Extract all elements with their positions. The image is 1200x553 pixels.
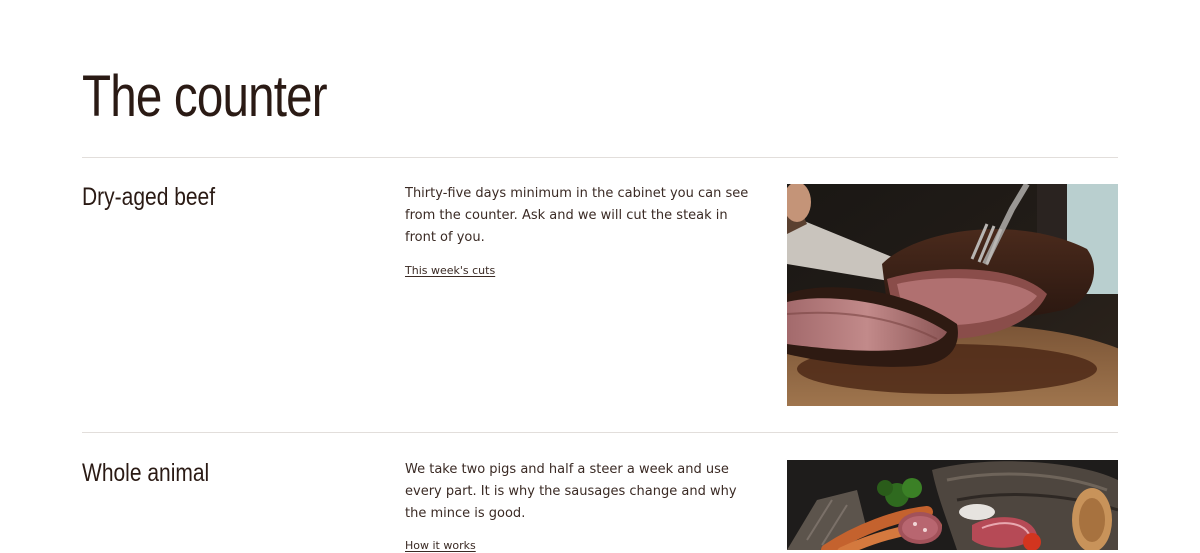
how-it-works-link[interactable]: How it works	[405, 539, 476, 553]
section-heading: Dry-aged beef	[82, 183, 216, 211]
charcuterie-photo	[787, 460, 1118, 550]
section-description: Thirty-five days minimum in the cabinet …	[405, 186, 749, 245]
page-title: The counter	[82, 64, 328, 129]
steak-photo	[787, 184, 1118, 406]
section-description: We take two pigs and half a steer a week…	[405, 462, 737, 521]
section-divider	[82, 157, 1118, 158]
this-weeks-cuts-link[interactable]: This week's cuts	[405, 264, 495, 278]
section-heading: Whole animal	[82, 459, 210, 487]
section-divider	[82, 432, 1118, 433]
